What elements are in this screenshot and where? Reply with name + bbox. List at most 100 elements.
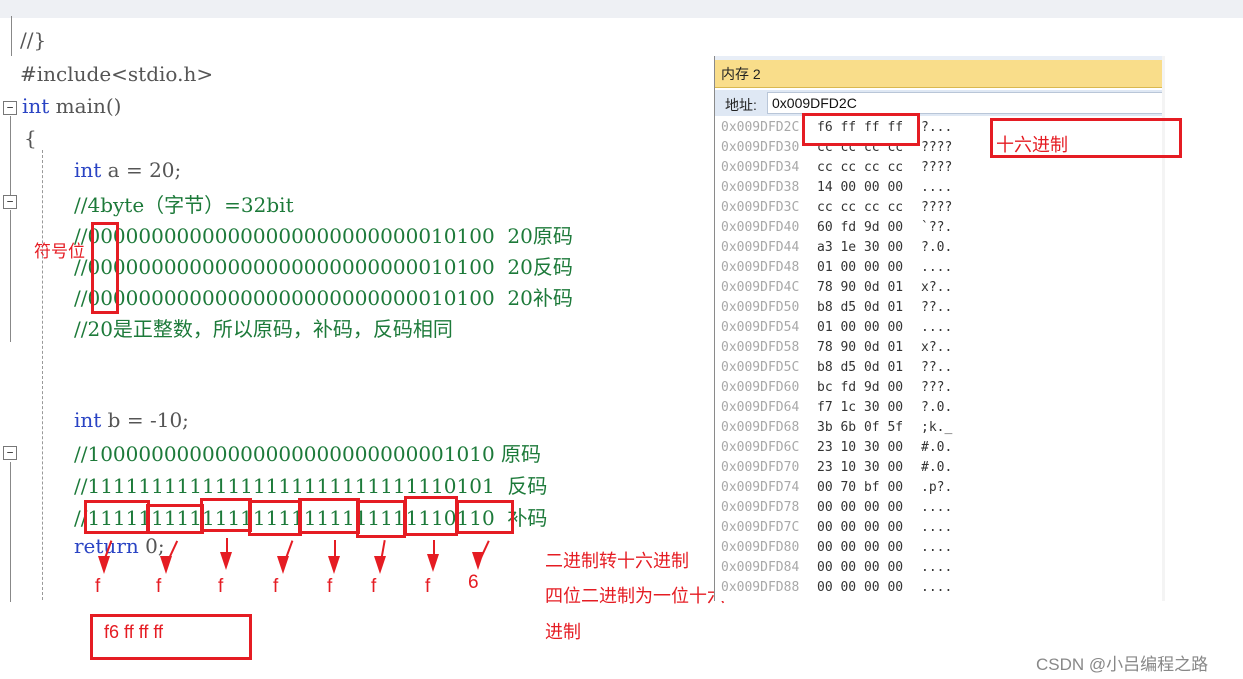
memory-row[interactable]: 0x009DFD54 01 00 00 00.... [721, 318, 952, 338]
memory-row[interactable]: 0x009DFD44 a3 1e 30 00 ?.0. [721, 238, 952, 258]
memory-row-bytes: 00 70 bf 00 [817, 480, 904, 495]
nibble-box-2 [146, 504, 204, 534]
memory-row-bytes: 00 00 00 00 [817, 580, 904, 595]
memory-row-address: 0x009DFD48 [721, 260, 800, 275]
arrow-down [160, 556, 172, 574]
arrow-down [98, 556, 110, 574]
memory-row-ascii: .p?. [921, 480, 953, 495]
memory-row-ascii: .... [921, 540, 953, 555]
memory-row-address: 0x009DFD40 [721, 220, 800, 235]
memory-row[interactable]: 0x009DFD40 60 fd 9d 00 `??. [721, 218, 952, 238]
memory-row-ascii: ???? [921, 200, 953, 215]
memory-row[interactable]: 0x009DFD58 78 90 0d 01 x?.. [721, 338, 952, 358]
memory-row[interactable]: 0x009DFD38 14 00 00 00.... [721, 178, 952, 198]
arrow-down [472, 552, 484, 570]
memory-row-address: 0x009DFD60 [721, 380, 800, 395]
first-bytes-box [802, 113, 920, 146]
address-label: 地址: [725, 97, 757, 113]
memory-row[interactable]: 0x009DFD80 00 00 00 00.... [721, 538, 952, 558]
comment-bin-a-inv: //00000000000000000000000000010100 20反码 [74, 255, 573, 279]
memory-row-ascii: ?.0. [921, 400, 953, 415]
memory-row-ascii: .... [921, 560, 953, 575]
memory-row[interactable]: 0x009DFD74 00 70 bf 00 .p?. [721, 478, 952, 498]
memory-row-ascii: .... [921, 320, 953, 335]
four-bits-note: 四位二进制为一位十六 [545, 586, 725, 606]
code-line: //4byte（字节）=32bit [74, 189, 294, 218]
hex-label: 十六进制 [996, 135, 1068, 155]
memory-row-bytes: a3 1e 30 00 [817, 240, 904, 255]
four-bits-note-cont: 进制 [545, 622, 581, 642]
keyword-int: int [74, 408, 102, 432]
arrow-down [427, 554, 439, 572]
nibble-box-6 [356, 500, 406, 538]
memory-row-address: 0x009DFD84 [721, 560, 800, 575]
code-line: { [24, 126, 37, 150]
memory-row-address: 0x009DFD74 [721, 480, 800, 495]
memory-row-ascii: .... [921, 520, 953, 535]
code-line: return 0; [74, 534, 165, 558]
nibble-hex: f [371, 576, 377, 597]
memory-row-ascii: .... [921, 180, 953, 195]
memory-row-ascii: #.0. [921, 460, 953, 475]
code-line: //00000000000000000000000000010100 20原码 [74, 220, 573, 249]
sign-bit-box [91, 222, 119, 314]
memory-row-ascii: ?... [921, 120, 953, 135]
comment-bin-b-orig: //10000000000000000000000000001010 原码 [74, 442, 542, 466]
nibble-box-5 [298, 498, 360, 534]
code-line: int b = -10; [74, 408, 189, 432]
keyword-int: int [22, 94, 50, 118]
main-signature: main() [49, 94, 122, 118]
memory-row-address: 0x009DFD44 [721, 240, 800, 255]
memory-row-bytes: cc cc cc cc [817, 160, 904, 175]
memory-row[interactable]: 0x009DFD50 b8 d5 0d 01??.. [721, 298, 952, 318]
memory-row[interactable]: 0x009DFD3C cc cc cc cc???? [721, 198, 952, 218]
memory-row[interactable]: 0x009DFD60 bc fd 9d 00???. [721, 378, 952, 398]
memory-row[interactable]: 0x009DFD84 00 00 00 00.... [721, 558, 952, 578]
memory-row-ascii: ?.0. [921, 240, 953, 255]
memory-row-bytes: 23 10 30 00 [817, 460, 904, 475]
memory-row-bytes: 00 00 00 00 [817, 500, 904, 515]
memory-window-title[interactable]: 内存 2 [715, 56, 1164, 88]
code-comment: //} [20, 28, 47, 52]
arrow-down [220, 552, 232, 570]
memory-row-bytes: bc fd 9d 00 [817, 380, 904, 395]
memory-row[interactable]: 0x009DFD48 01 00 00 00.... [721, 258, 952, 278]
code-line: int a = 20; [74, 158, 181, 182]
memory-row[interactable]: 0x009DFD5C b8 d5 0d 01??.. [721, 358, 952, 378]
memory-row-address: 0x009DFD88 [721, 580, 800, 595]
fold-comment-a-button[interactable]: − [3, 195, 17, 209]
memory-row-address: 0x009DFD80 [721, 540, 800, 555]
memory-row[interactable]: 0x009DFD34 cc cc cc cc???? [721, 158, 952, 178]
memory-row-address: 0x009DFD64 [721, 400, 800, 415]
fold-comment-b-button[interactable]: − [3, 446, 17, 460]
memory-row-bytes: 14 00 00 00 [817, 180, 904, 195]
memory-row[interactable]: 0x009DFD68 3b 6b 0f 5f ;k._ [721, 418, 952, 438]
memory-row-address: 0x009DFD34 [721, 160, 800, 175]
fold-main-button[interactable]: − [3, 101, 17, 115]
memory-row-ascii: x?.. [921, 280, 953, 295]
memory-row-address: 0x009DFD4C [721, 280, 800, 295]
memory-row-ascii: ??.. [921, 360, 953, 375]
memory-row[interactable]: 0x009DFD6C 23 10 30 00 #.0. [721, 438, 952, 458]
return-value: 0; [138, 534, 165, 558]
memory-row[interactable]: 0x009DFD88 00 00 00 00.... [721, 578, 952, 598]
memory-row[interactable]: 0x009DFD7C 00 00 00 00.... [721, 518, 952, 538]
memory-row[interactable]: 0x009DFD70 23 10 30 00 #.0. [721, 458, 952, 478]
memory-row-bytes: 78 90 0d 01 [817, 280, 904, 295]
comment-positive: //20是正整数，所以原码，补码，反码相同 [74, 317, 453, 341]
memory-row-address: 0x009DFD38 [721, 180, 800, 195]
memory-row-address: 0x009DFD5C [721, 360, 800, 375]
fold-guide [11, 16, 12, 56]
memory-row-bytes: 00 00 00 00 [817, 540, 904, 555]
sign-bit-label: 符号位 [34, 242, 85, 261]
memory-row[interactable]: 0x009DFD64 f7 1c 30 00 ?.0. [721, 398, 952, 418]
code-line: //00000000000000000000000000010100 20补码 [74, 282, 573, 311]
code-line: //10000000000000000000000000001010 原码 [74, 438, 541, 467]
memory-row[interactable]: 0x009DFD4C 78 90 0d 01 x?.. [721, 278, 952, 298]
memory-row[interactable]: 0x009DFD78 00 00 00 00.... [721, 498, 952, 518]
memory-row-ascii: ???? [921, 160, 953, 175]
comment-bin-a-orig: //00000000000000000000000000010100 20原码 [74, 224, 573, 248]
watermark: CSDN @小吕编程之路 [1036, 655, 1209, 674]
code-line: int main() [22, 94, 121, 118]
address-input[interactable]: 0x009DFD2C [767, 92, 1163, 114]
